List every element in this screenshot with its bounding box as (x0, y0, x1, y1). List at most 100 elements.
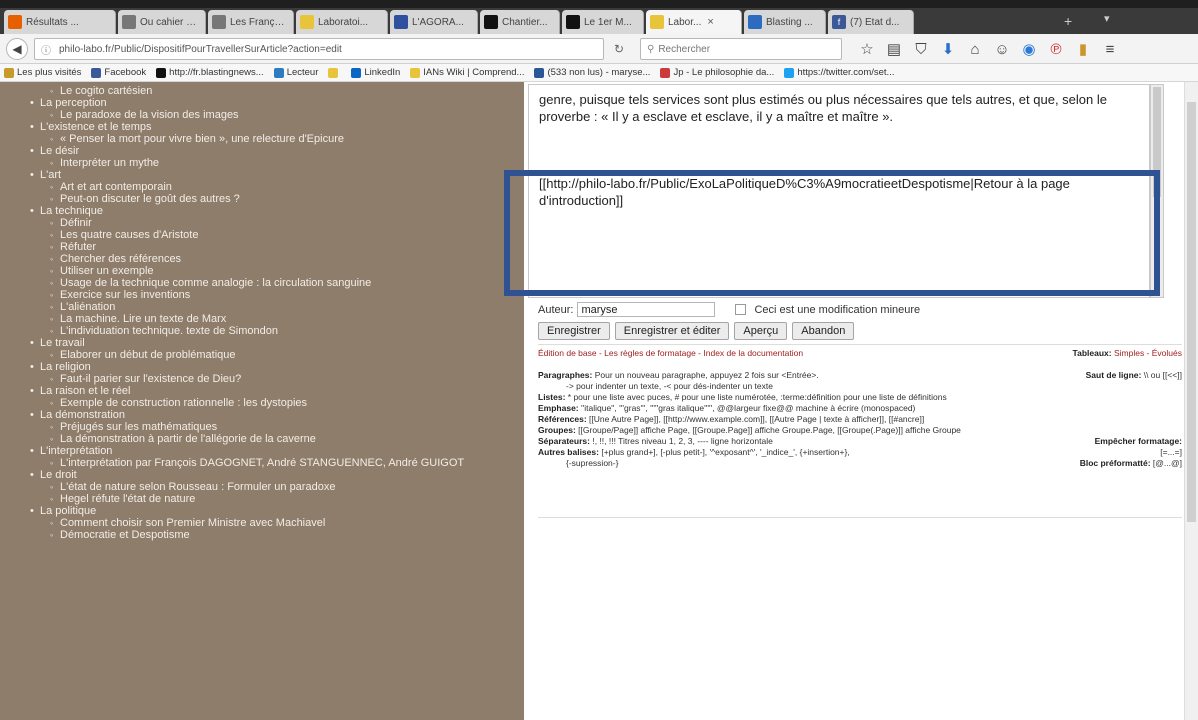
bookmark-label: Les plus visités (17, 67, 82, 78)
bookmark-item[interactable]: Lecteur (273, 67, 318, 78)
tabs-dropdown-icon[interactable]: ▾ (1104, 12, 1110, 25)
minor-edit-label[interactable]: Ceci est une modification mineure (754, 304, 920, 316)
wiki-text-editor[interactable]: genre, puisque tels services sont plus e… (528, 84, 1150, 298)
sidebar-link[interactable]: Hegel réfute l'état de nature (28, 493, 524, 505)
editor-link-markup[interactable]: [[http://philo-labo.fr/Public/ExoLaPolit… (539, 175, 1139, 209)
author-input[interactable] (577, 302, 716, 317)
sidebar-link[interactable]: La machine. Lire un texte de Marx (28, 313, 524, 325)
home-icon[interactable]: ⌂ (966, 41, 984, 58)
sidebar-link[interactable]: Peut-on discuter le goût des autres ? (28, 193, 524, 205)
tables-links[interactable]: Simples - Évolués (1114, 348, 1182, 358)
editor-scrollbar[interactable] (1150, 84, 1164, 298)
sidebar-link[interactable]: Définir (28, 217, 524, 229)
sidebar-link[interactable]: L'interprétation par François DAGOGNET, … (28, 457, 524, 469)
bookmark-item[interactable] (328, 67, 341, 78)
sidebar-link[interactable]: Interpréter un mythe (28, 157, 524, 169)
sidebar-link[interactable]: La démonstration à partir de l'allégorie… (28, 433, 524, 445)
browser-tab[interactable]: Les Français a... (208, 10, 294, 34)
browser-tab[interactable]: Ou cahier de l... (118, 10, 206, 34)
download-icon[interactable]: ⬇ (939, 40, 957, 58)
help-links[interactable]: Édition de base - Les règles de formatag… (538, 348, 803, 358)
sidebar-link[interactable]: Art et art contemporain (28, 181, 524, 193)
sidebar-category[interactable]: Le droit (28, 469, 524, 481)
preview-button[interactable]: Aperçu (734, 322, 788, 340)
tab-title: Chantier... (502, 16, 548, 28)
browser-tab[interactable]: Blasting ... (744, 10, 826, 34)
page-scrollbar-thumb[interactable] (1187, 102, 1196, 522)
bookmark-item[interactable]: Facebook (91, 67, 146, 78)
philo-favicon-icon (650, 15, 664, 29)
sidebar-category[interactable]: La politique (28, 505, 524, 517)
address-bar[interactable]: ⓘ philo-labo.fr/Public/DispositifPourTra… (34, 38, 604, 60)
bookmark-star-icon[interactable]: ☆ (858, 40, 876, 58)
save-button[interactable]: Enregistrer (538, 322, 610, 340)
chat-icon[interactable]: ☺ (993, 41, 1011, 58)
sidebar-link[interactable]: Le cogito cartésien (28, 85, 524, 97)
sidebar-link[interactable]: Les quatre causes d'Aristote (28, 229, 524, 241)
sidebar-category[interactable]: La perception (28, 97, 524, 109)
new-tab-button[interactable]: + (1064, 13, 1072, 29)
browser-tab[interactable]: Le 1er M... (562, 10, 644, 34)
sync-icon[interactable]: ◉ (1020, 40, 1038, 58)
sidebar-link[interactable]: L'état de nature selon Rousseau : Formul… (28, 481, 524, 493)
browser-tab[interactable]: Résultats ... (4, 10, 116, 34)
pocket-icon[interactable]: ⛉ (912, 41, 930, 58)
sidebar-link[interactable]: « Penser la mort pour vivre bien », une … (28, 133, 524, 145)
close-tab-icon[interactable]: × (707, 16, 713, 28)
bookmark-item[interactable]: http://fr.blastingnews... (156, 67, 264, 78)
sidebar-link[interactable]: L'individuation technique. texte de Simo… (28, 325, 524, 337)
browser-tab[interactable]: L'AGORA... (390, 10, 478, 34)
menu-icon[interactable]: ≡ (1101, 41, 1119, 58)
reading-list-icon[interactable]: ▤ (885, 40, 903, 58)
sidebar-link[interactable]: Exemple de construction rationnelle : le… (28, 397, 524, 409)
bookmark-item[interactable]: LinkedIn (351, 67, 400, 78)
bookmark-item[interactable]: Jp - Le philosophie da... (660, 67, 774, 78)
bookmark-item[interactable]: Les plus visités (4, 67, 81, 78)
minor-edit-checkbox[interactable] (735, 304, 747, 315)
back-button[interactable]: ◀ (6, 38, 28, 60)
sidebar-category[interactable]: Le désir (28, 145, 524, 157)
sidebar-category[interactable]: La technique (28, 205, 524, 217)
sidebar-link[interactable]: Chercher des références (28, 253, 524, 265)
sidebar-category[interactable]: Le travail (28, 337, 524, 349)
url-text[interactable]: philo-labo.fr/Public/DispositifPourTrave… (59, 44, 342, 55)
sidebar-link[interactable]: Utiliser un exemple (28, 265, 524, 277)
search-input[interactable] (658, 43, 829, 55)
bookmark-item[interactable]: (533 non lus) - maryse... (534, 67, 650, 78)
browser-tab[interactable]: Chantier... (480, 10, 560, 34)
editor-scrollbar-thumb[interactable] (1153, 87, 1161, 197)
editor-content[interactable]: genre, puisque tels services sont plus e… (539, 91, 1139, 209)
browser-tab[interactable]: Laboratoi... (296, 10, 388, 34)
sidebar-link[interactable]: Préjugés sur les mathématiques (28, 421, 524, 433)
sidebar-link[interactable]: Elaborer un début de problématique (28, 349, 524, 361)
page-scrollbar[interactable] (1184, 82, 1198, 720)
sidebar-category[interactable]: La raison et le réel (28, 385, 524, 397)
sidebar-link[interactable]: L'aliénation (28, 301, 524, 313)
sidebar-link[interactable]: Réfuter (28, 241, 524, 253)
sidebar-link[interactable]: Démocratie et Despotisme (28, 529, 524, 541)
sidebar-category[interactable]: La démonstration (28, 409, 524, 421)
sidebar-link[interactable]: Exercice sur les inventions (28, 289, 524, 301)
reload-icon[interactable]: ↻ (614, 42, 624, 56)
preformatted-label: Bloc préformatté: (1079, 458, 1151, 468)
sidebar-category[interactable]: La religion (28, 361, 524, 373)
editor-paragraph[interactable]: genre, puisque tels services sont plus e… (539, 91, 1139, 125)
sidebar-link[interactable]: Faut-il parier sur l'existence de Dieu? (28, 373, 524, 385)
search-bar[interactable]: ⚲ (640, 38, 842, 60)
browser-tab[interactable]: Labor... × (646, 10, 742, 34)
sidebar-link[interactable]: Le paradoxe de la vision des images (28, 109, 524, 121)
bookmark-item[interactable]: IANs Wiki | Comprend... (410, 67, 524, 78)
pinterest-icon[interactable]: ℗ (1047, 41, 1065, 58)
info-icon[interactable]: ⓘ (41, 42, 51, 57)
sidebar-category[interactable]: L'art (28, 169, 524, 181)
bookmark-label: IANs Wiki | Comprend... (423, 67, 525, 78)
cancel-button[interactable]: Abandon (792, 322, 855, 340)
sidebar-category[interactable]: L'interprétation (28, 445, 524, 457)
browser-tab[interactable]: f (7) Etat d... (828, 10, 914, 34)
extension-icon[interactable]: ▮ (1074, 40, 1092, 58)
save-and-edit-button[interactable]: Enregistrer et éditer (614, 322, 730, 340)
bookmark-item[interactable]: https://twitter.com/set... (784, 67, 894, 78)
sidebar-category[interactable]: L'existence et le temps (28, 121, 524, 133)
sidebar-link[interactable]: Usage de la technique comme analogie : l… (28, 277, 524, 289)
sidebar-link[interactable]: Comment choisir son Premier Ministre ave… (28, 517, 524, 529)
